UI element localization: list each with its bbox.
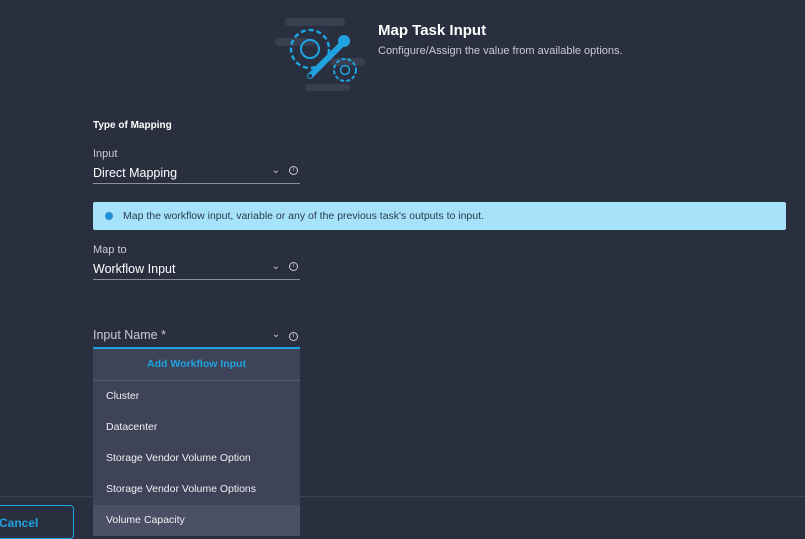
section-title: Type of Mapping xyxy=(93,120,172,131)
input-name-select[interactable]: Input Name * ⌄ i xyxy=(93,326,300,346)
footer-divider xyxy=(0,496,805,497)
info-icon[interactable]: i xyxy=(289,262,298,271)
cancel-button[interactable]: Cancel xyxy=(0,505,74,539)
dropdown-option[interactable]: Cluster xyxy=(93,381,300,412)
map-to-value: Workflow Input xyxy=(93,262,176,276)
map-task-gear-wrench-icon xyxy=(275,18,365,91)
dropdown-option[interactable]: Datacenter xyxy=(93,412,300,443)
info-icon[interactable]: i xyxy=(289,332,298,341)
info-banner: Map the workflow input, variable or any … xyxy=(93,202,786,230)
info-icon[interactable]: i xyxy=(289,166,298,175)
map-to-label: Map to xyxy=(93,244,127,256)
chevron-down-icon: ⌄ xyxy=(271,261,280,272)
dropdown-option[interactable]: Volume Capacity xyxy=(93,505,300,536)
map-to-select[interactable]: Workflow Input ⌄ i xyxy=(93,260,300,280)
banner-text: Map the workflow input, variable or any … xyxy=(123,210,484,222)
input-name-dropdown[interactable]: Add Workflow Input Cluster Datacenter St… xyxy=(93,347,300,536)
input-type-value: Direct Mapping xyxy=(93,166,178,180)
dropdown-option[interactable]: Storage Vendor Volume Option xyxy=(93,443,300,474)
input-name-placeholder: Input Name * xyxy=(93,328,166,342)
add-workflow-input-button[interactable]: Add Workflow Input xyxy=(93,349,300,381)
page-subtitle: Configure/Assign the value from availabl… xyxy=(378,45,623,57)
info-dot-icon xyxy=(105,212,113,220)
input-label: Input xyxy=(93,148,118,160)
page-title: Map Task Input xyxy=(378,22,487,39)
chevron-down-icon: ⌄ xyxy=(271,165,280,176)
dropdown-option[interactable]: Storage Vendor Volume Options xyxy=(93,474,300,505)
chevron-down-icon: ⌄ xyxy=(271,329,280,340)
input-type-select[interactable]: Direct Mapping ⌄ i xyxy=(93,164,300,184)
